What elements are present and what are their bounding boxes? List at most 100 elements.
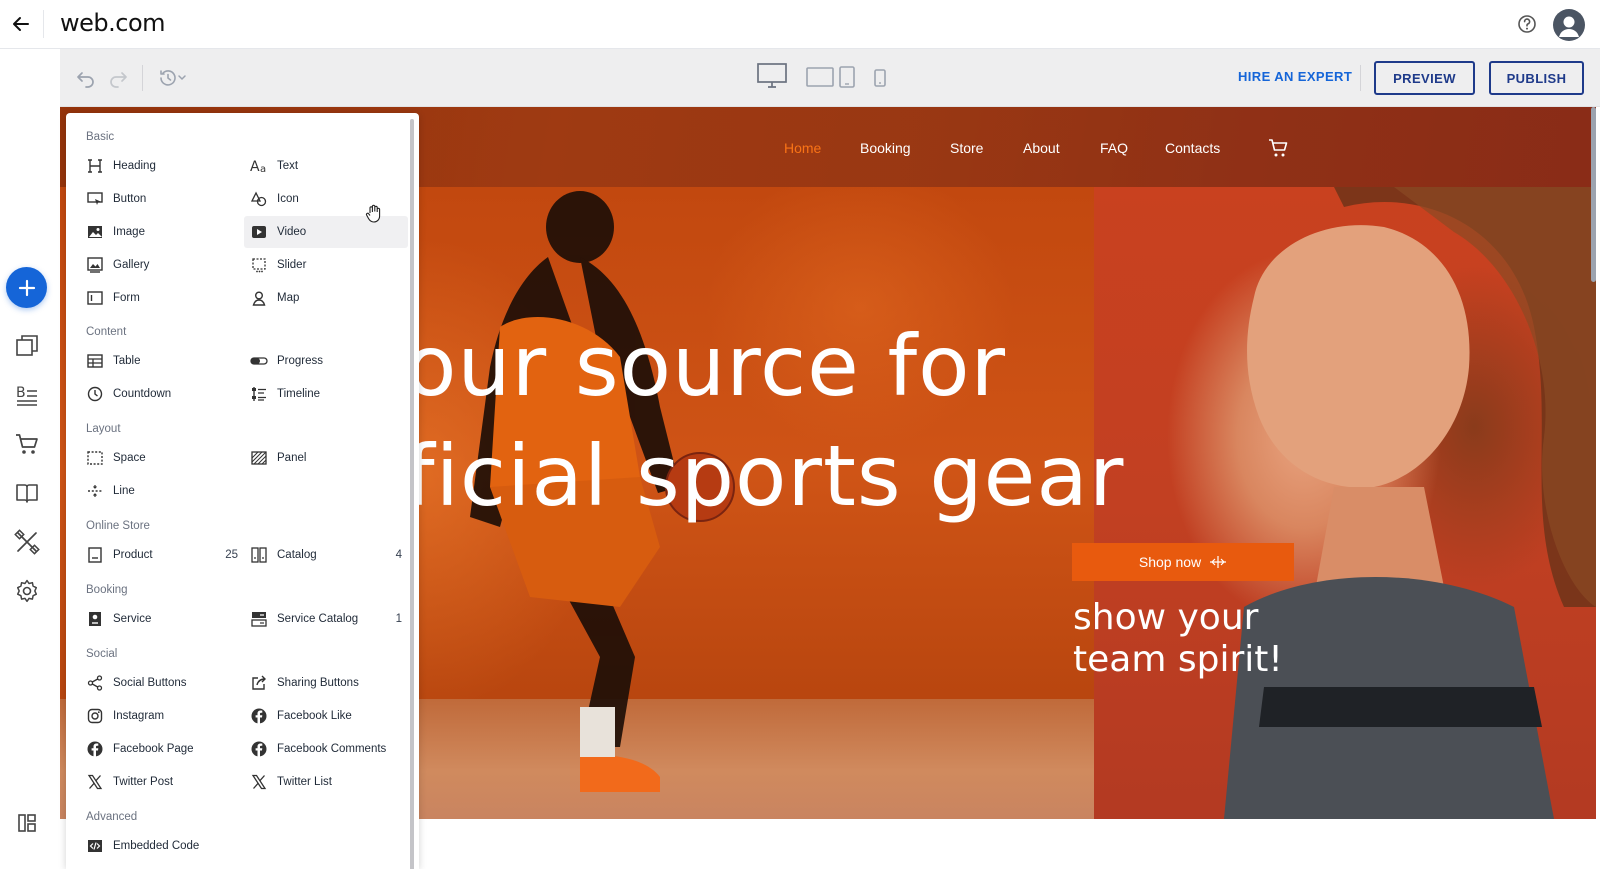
back-button[interactable] [6, 9, 36, 39]
design-tools-icon [14, 529, 40, 555]
book-button[interactable] [13, 479, 41, 507]
element-twitter-list[interactable]: Twitter List [244, 766, 408, 798]
tablet-portrait-view-button[interactable] [835, 65, 859, 89]
element-timeline[interactable]: Timeline [244, 378, 408, 410]
redo-button[interactable] [106, 66, 130, 90]
element-gallery[interactable]: Gallery [80, 249, 244, 281]
element-image[interactable]: Image [80, 216, 244, 248]
service-catalog-icon [250, 610, 268, 628]
element-facebook-like[interactable]: Facebook Like [244, 700, 408, 732]
section-title-layout: Layout [86, 423, 121, 435]
element-twitter-post[interactable]: Twitter Post [80, 766, 244, 798]
hero-heading-line-2[interactable]: ficial sports gear [405, 427, 1124, 525]
element-service-catalog[interactable]: Service Catalog 1 [244, 603, 408, 635]
section-title-advanced: Advanced [86, 811, 138, 823]
history-dropdown[interactable] [156, 66, 190, 90]
element-label: Line [113, 485, 135, 497]
element-label: Icon [277, 193, 299, 205]
element-progress[interactable]: Progress [244, 345, 408, 377]
element-panel[interactable]: Panel [244, 442, 408, 474]
element-label: Image [113, 226, 145, 238]
line-icon [86, 482, 104, 500]
nav-link-faq[interactable]: FAQ [1100, 140, 1128, 156]
element-embedded-code[interactable]: Embedded Code [80, 830, 244, 862]
element-label: Instagram [113, 710, 165, 722]
nav-link-home[interactable]: Home [784, 140, 821, 156]
nav-link-booking[interactable]: Booking [860, 140, 911, 156]
nav-link-store[interactable]: Store [950, 140, 983, 156]
svg-text:B: B [16, 385, 26, 401]
catalog-icon [250, 546, 268, 564]
element-icon[interactable]: Icon [244, 183, 408, 215]
hero-heading-line-1[interactable]: our source for [405, 317, 1006, 415]
undo-button[interactable] [74, 66, 98, 90]
element-line[interactable]: Line [80, 475, 244, 507]
layout-toggle-button[interactable] [13, 809, 41, 837]
hire-expert-link[interactable]: HIRE AN EXPERT [1238, 69, 1352, 84]
desktop-view-button[interactable] [755, 63, 789, 88]
help-button[interactable] [1515, 12, 1539, 36]
site-cart-button[interactable] [1268, 137, 1290, 159]
plus-icon [18, 279, 35, 296]
element-service[interactable]: Service [80, 603, 244, 635]
element-catalog[interactable]: Catalog 4 [244, 539, 408, 571]
element-table[interactable]: Table [80, 345, 244, 377]
element-space[interactable]: Space [80, 442, 244, 474]
panel-scrollbar[interactable] [410, 119, 414, 869]
add-element-button[interactable] [6, 267, 47, 308]
element-label: Text [277, 160, 299, 172]
user-avatar[interactable] [1553, 9, 1585, 41]
table-icon [86, 352, 104, 370]
design-button[interactable] [13, 528, 41, 556]
section-title-online-store: Online Store [86, 520, 150, 532]
canvas-scrollbar[interactable] [1591, 107, 1596, 282]
image-icon [86, 223, 104, 241]
progress-icon [250, 352, 268, 370]
store-button[interactable] [13, 430, 41, 458]
element-label: Timeline [277, 388, 321, 400]
add-elements-panel: Basic Heading Aa Text Button Icon Image … [66, 113, 419, 869]
svg-text:a: a [260, 164, 266, 174]
element-button[interactable]: Button [80, 183, 244, 215]
facebook-icon [250, 740, 268, 758]
element-video[interactable]: Video [244, 216, 408, 248]
nav-link-about[interactable]: About [1023, 140, 1060, 156]
element-instagram[interactable]: Instagram [80, 700, 244, 732]
pages-button[interactable] [13, 332, 41, 360]
tagline-line-1[interactable]: show your [1073, 597, 1258, 638]
cart-icon [1269, 139, 1288, 157]
slider-icon [250, 256, 268, 274]
element-form[interactable]: Form [80, 282, 244, 314]
element-slider[interactable]: Slider [244, 249, 408, 281]
share-nodes-icon [86, 674, 104, 692]
element-sharing-buttons[interactable]: Sharing Buttons [244, 667, 408, 699]
publish-button[interactable]: PUBLISH [1489, 61, 1584, 95]
element-label: Twitter Post [113, 776, 174, 788]
shop-now-button[interactable]: Shop now [1072, 543, 1294, 581]
left-rail: B [0, 49, 60, 869]
element-product[interactable]: Product 25 [80, 539, 244, 571]
element-facebook-comments[interactable]: Facebook Comments [244, 733, 408, 765]
svg-text:A: A [250, 159, 260, 174]
mobile-view-button[interactable] [870, 66, 890, 90]
toolbar-divider [1360, 65, 1361, 91]
tablet-landscape-view-button[interactable] [803, 65, 837, 89]
preview-button[interactable]: PREVIEW [1374, 61, 1475, 95]
element-facebook-page[interactable]: Facebook Page [80, 733, 244, 765]
element-map[interactable]: Map [244, 282, 408, 314]
hero-athlete-image [1094, 187, 1596, 819]
nav-link-contacts[interactable]: Contacts [1165, 140, 1220, 156]
element-countdown[interactable]: Countdown [80, 378, 244, 410]
tagline-line-2[interactable]: team spirit! [1073, 639, 1283, 680]
history-icon [160, 70, 186, 86]
blog-button[interactable]: B [13, 381, 41, 409]
element-label: Embedded Code [113, 840, 200, 852]
settings-button[interactable] [13, 577, 41, 605]
element-heading[interactable]: Heading [80, 150, 244, 182]
element-text[interactable]: Aa Text [244, 150, 408, 182]
brand-logo[interactable]: web.com [60, 9, 166, 37]
code-icon [86, 837, 104, 855]
element-social-buttons[interactable]: Social Buttons [80, 667, 244, 699]
heading-icon [86, 157, 104, 175]
panel-icon [250, 449, 268, 467]
